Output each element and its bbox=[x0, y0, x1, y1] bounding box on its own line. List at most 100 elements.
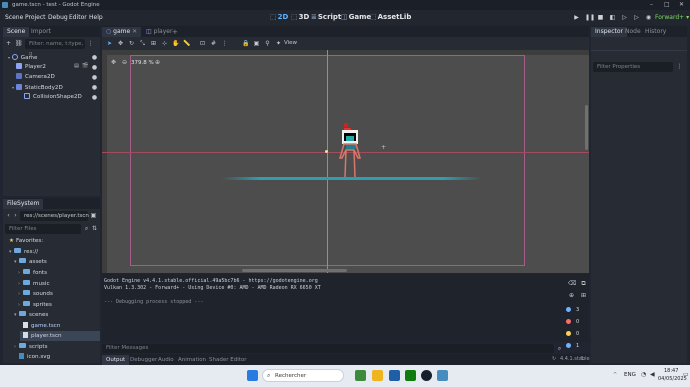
play-scene-icon[interactable]: ▷ bbox=[621, 14, 628, 21]
menu-help[interactable]: Help bbox=[89, 14, 103, 21]
menu-editor[interactable]: Editor bbox=[69, 14, 87, 21]
open-scene-icon[interactable]: 🎬 bbox=[82, 63, 89, 70]
fs-item-sprites[interactable]: › sprites bbox=[18, 300, 52, 310]
ruler-tool-icon[interactable]: 📏 bbox=[183, 40, 190, 47]
favorites-label[interactable]: ★ Favorites: bbox=[9, 236, 43, 246]
snap-icon[interactable]: ⊡ bbox=[199, 40, 206, 47]
tree-node-collisionshape2d[interactable]: CollisionShape2D bbox=[24, 93, 82, 102]
bone-icon[interactable]: ✦ bbox=[275, 40, 282, 47]
skeleton-icon[interactable]: ⚲ bbox=[264, 40, 271, 47]
fs-item-fonts[interactable]: › fonts bbox=[18, 268, 47, 278]
path-field[interactable]: res://scenes/player.tscn bbox=[20, 211, 89, 221]
app-icon[interactable] bbox=[355, 370, 366, 381]
filter-properties-input[interactable]: Filter Properties bbox=[593, 62, 673, 72]
menu-debug[interactable]: Debug bbox=[48, 14, 68, 21]
fs-item-music[interactable]: › music bbox=[18, 279, 50, 289]
tab-history[interactable]: History bbox=[641, 27, 670, 37]
tree-node-game[interactable]: ▾ Game bbox=[8, 53, 37, 62]
scale-tool-icon[interactable]: ⤡ bbox=[139, 40, 146, 47]
volume-icon[interactable]: ◀ bbox=[650, 371, 655, 378]
tree-node-staticbody2d[interactable]: ▾ StaticBody2D bbox=[12, 83, 63, 92]
fs-item-res[interactable]: ▾ res:// bbox=[9, 247, 38, 257]
pan-tool-icon[interactable]: ✋ bbox=[172, 40, 179, 47]
tab-scene[interactable]: Scene bbox=[3, 27, 30, 37]
canvas-viewport[interactable]: ✥ ⊖ 379.8 % ⊕ + bbox=[102, 50, 589, 273]
taskbar-search-box[interactable]: ⌕ Rechercher bbox=[262, 369, 344, 382]
split-mode-icon[interactable]: ▣ bbox=[90, 212, 97, 219]
pivot-tool-icon[interactable]: ⊹ bbox=[161, 40, 168, 47]
search-icon[interactable]: ⌕ bbox=[83, 225, 90, 232]
vertical-scrollbar[interactable] bbox=[585, 105, 588, 150]
sort-icon[interactable]: ⇅ bbox=[91, 225, 98, 232]
workspace-2d-button[interactable]: ⬚2D bbox=[270, 13, 288, 21]
scene-tab-game[interactable]: ○ game ✕ bbox=[102, 27, 142, 37]
fs-item-scripts[interactable]: › scripts bbox=[14, 342, 48, 352]
maximize-icon[interactable]: □ bbox=[664, 0, 670, 10]
player-sprite[interactable] bbox=[334, 118, 370, 182]
movie-maker-icon[interactable]: ◉ bbox=[645, 14, 652, 21]
visibility-icon[interactable]: ● bbox=[91, 74, 98, 81]
play-custom-scene-icon[interactable]: ▷ bbox=[633, 14, 640, 21]
horizontal-scrollbar[interactable] bbox=[242, 269, 347, 272]
script-attached-icon[interactable]: ▤ bbox=[73, 63, 80, 70]
clear-output-icon[interactable]: ⌫ bbox=[568, 280, 576, 287]
view-menu-button[interactable]: View bbox=[284, 40, 297, 46]
snap-options-icon[interactable]: ⋮ bbox=[221, 40, 228, 47]
grid-snap-icon[interactable]: # bbox=[210, 40, 217, 47]
fs-item-assets[interactable]: ▾ assets bbox=[14, 257, 47, 267]
workspace-3d-button[interactable]: ⬚3D bbox=[291, 13, 309, 21]
visibility-icon[interactable]: ● bbox=[91, 64, 98, 71]
scene-filter-input[interactable]: Filter: name, t:type, g bbox=[25, 39, 85, 57]
renderer-select[interactable]: Forward+ ▾ bbox=[655, 14, 689, 21]
browser-icon[interactable] bbox=[389, 370, 400, 381]
pause-icon[interactable]: ❚❚ bbox=[585, 14, 595, 21]
add-node-icon[interactable]: + bbox=[5, 40, 12, 47]
tab-import[interactable]: Import bbox=[27, 27, 55, 37]
menu-scene[interactable]: Scene bbox=[5, 14, 23, 21]
workspace-assetlib-button[interactable]: ⬚AssetLib bbox=[370, 13, 411, 21]
selectable-tool-icon[interactable]: ⊞ bbox=[150, 40, 157, 47]
add-scene-tab-button[interactable]: + bbox=[168, 27, 182, 37]
fs-item-icon-svg[interactable]: icon.svg bbox=[19, 352, 50, 362]
editor-count-badge[interactable]: 1 bbox=[566, 342, 586, 351]
warning-count-badge[interactable]: 0 bbox=[566, 330, 586, 339]
lock-icon[interactable]: 🔒 bbox=[242, 40, 249, 47]
fs-item-player-tscn[interactable]: player.tscn bbox=[20, 331, 100, 341]
clock-time[interactable]: 18:47 bbox=[664, 368, 678, 374]
close-icon[interactable]: ✕ bbox=[679, 0, 684, 10]
tab-shader-editor[interactable]: Shader Editor bbox=[205, 355, 251, 365]
rotate-tool-icon[interactable]: ↻ bbox=[128, 40, 135, 47]
notification-icon[interactable]: ▭ bbox=[683, 371, 689, 378]
select-tool-icon[interactable]: ➤ bbox=[106, 40, 113, 47]
move-tool-icon[interactable]: ✥ bbox=[117, 40, 124, 47]
xbox-icon[interactable] bbox=[405, 370, 416, 381]
error-count-badge[interactable]: 0 bbox=[566, 318, 586, 327]
language-indicator[interactable]: ENG bbox=[624, 372, 636, 378]
tab-filesystem[interactable]: FileSystem bbox=[3, 199, 44, 209]
network-icon[interactable]: ◔ bbox=[641, 371, 646, 378]
minimize-icon[interactable]: – bbox=[650, 0, 653, 10]
log-count-badge[interactable]: 3 bbox=[566, 306, 586, 315]
back-icon[interactable]: ‹ bbox=[5, 212, 12, 219]
layout-icon[interactable]: ⇅ bbox=[580, 356, 584, 362]
visibility-icon[interactable]: ● bbox=[91, 94, 98, 101]
filter-messages-input[interactable]: Filter Messages bbox=[102, 344, 554, 353]
godot-taskbar-icon[interactable] bbox=[437, 370, 448, 381]
steam-icon[interactable] bbox=[421, 370, 432, 381]
search-icon[interactable]: ⌕ bbox=[556, 345, 563, 352]
file-filter-input[interactable]: Filter Files bbox=[5, 224, 81, 234]
forward-icon[interactable]: › bbox=[12, 212, 19, 219]
file-explorer-icon[interactable] bbox=[372, 370, 383, 381]
instance-scene-icon[interactable]: ⛓ bbox=[15, 40, 23, 47]
play-icon[interactable]: ▶ bbox=[573, 14, 580, 21]
group-icon[interactable]: ▣ bbox=[253, 40, 260, 47]
inspector-options-icon[interactable]: ⋮ bbox=[676, 63, 683, 70]
workspace-script-button[interactable]: ≣Script bbox=[311, 13, 341, 21]
close-tab-icon[interactable]: ✕ bbox=[132, 28, 137, 35]
tree-node-camera2d[interactable]: Camera2D bbox=[16, 73, 55, 82]
remote-debug-icon[interactable]: ◧ bbox=[609, 14, 616, 21]
fs-item-scenes[interactable]: ▾ scenes bbox=[14, 310, 48, 320]
menu-project[interactable]: Project bbox=[25, 14, 46, 21]
filter-options-icon[interactable]: ⋮ bbox=[87, 40, 94, 47]
zoom-out-icon[interactable]: ⊖ bbox=[121, 59, 128, 66]
